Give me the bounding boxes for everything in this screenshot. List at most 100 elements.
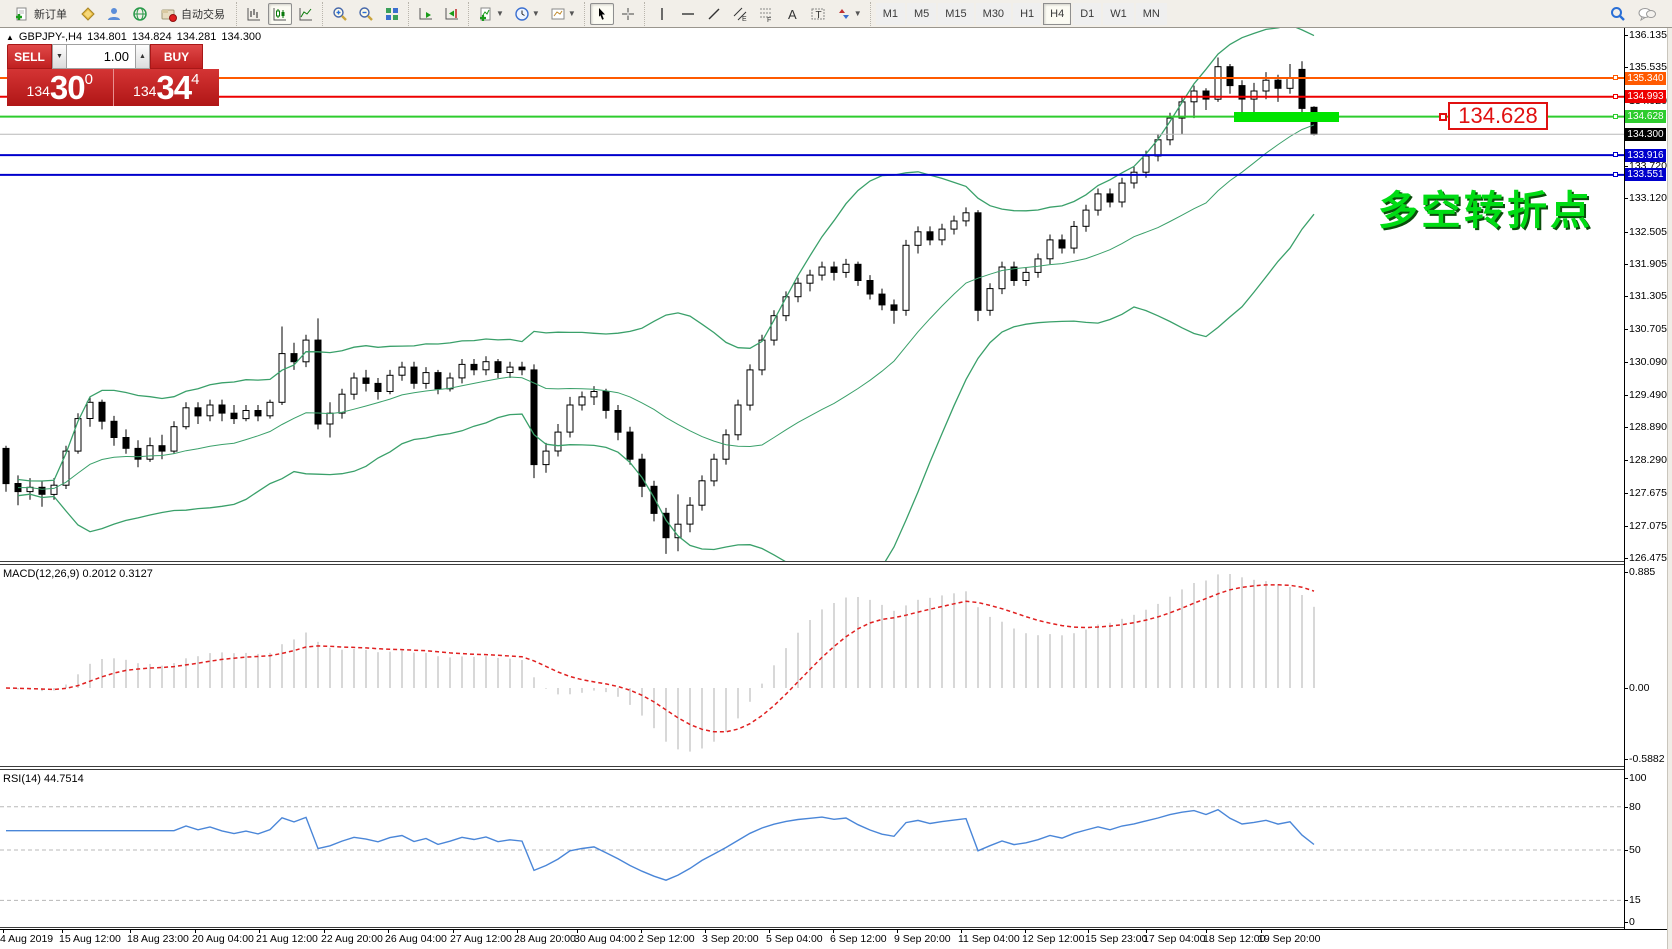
tile-windows-icon xyxy=(384,6,400,22)
volume-increase-button[interactable]: ▲ xyxy=(135,44,150,69)
gold-icon xyxy=(80,6,96,22)
zoom-in-button[interactable] xyxy=(328,3,352,25)
timeframe-m30-button[interactable]: M30 xyxy=(976,3,1011,25)
cursor-button[interactable] xyxy=(590,3,614,25)
market-button[interactable] xyxy=(128,3,152,25)
price-box-anchor[interactable] xyxy=(1439,113,1447,121)
tile-windows-button[interactable] xyxy=(380,3,404,25)
candle-body xyxy=(519,367,525,370)
rsi-tick-label: 80 xyxy=(1629,801,1641,813)
rsi-tick xyxy=(1624,850,1628,851)
candle-body xyxy=(1131,172,1137,183)
candle-body xyxy=(1275,80,1281,88)
text-button[interactable]: A xyxy=(780,3,804,25)
search-icon xyxy=(1609,5,1627,23)
indicators-button[interactable]: ▼ xyxy=(474,3,508,25)
price-tick-label: 131.905 xyxy=(1629,258,1667,270)
toolbar-group-insert: ▼ ▼ ▼ xyxy=(468,2,581,26)
candle-chart-button[interactable] xyxy=(268,3,292,25)
timeframe-m5-button[interactable]: M5 xyxy=(907,3,936,25)
candle-body xyxy=(927,232,933,240)
candle-body xyxy=(219,405,225,413)
candle-body xyxy=(1263,80,1269,91)
candle-body xyxy=(39,487,45,494)
symbol-name: GBPJPY-,H4 xyxy=(19,31,82,43)
time-tick-label: 22 Aug 20:00 xyxy=(321,933,383,945)
time-tick-label: 26 Aug 04:00 xyxy=(385,933,447,945)
candle-body xyxy=(3,448,9,483)
main-chart-pane[interactable] xyxy=(0,28,1624,562)
candle-body xyxy=(87,402,93,418)
chart-shift-button[interactable] xyxy=(440,3,464,25)
price-callout-box[interactable]: 134.628 xyxy=(1448,102,1548,130)
candle-body xyxy=(1299,69,1305,108)
volume-input[interactable] xyxy=(67,44,135,69)
volume-decrease-button[interactable]: ▼ xyxy=(52,44,67,69)
channel-button[interactable]: E xyxy=(728,3,752,25)
candle-body xyxy=(135,448,141,459)
community-button[interactable] xyxy=(102,3,126,25)
time-tick-label: 28 Aug 20:00 xyxy=(514,933,576,945)
candle-body xyxy=(111,421,117,437)
price-tick xyxy=(1624,264,1628,265)
pane-separator[interactable] xyxy=(0,766,1624,770)
cursor-icon xyxy=(594,6,610,22)
candle-body xyxy=(651,486,657,513)
vertical-line-button[interactable] xyxy=(650,3,674,25)
text-label-button[interactable]: T xyxy=(806,3,830,25)
toolbar-group-cursor xyxy=(584,2,641,26)
time-tick-label: 15 Sep 23:00 xyxy=(1085,933,1147,945)
periods-button[interactable]: ▼ xyxy=(510,3,544,25)
price-tick xyxy=(1624,232,1628,233)
autotrading-button[interactable]: 自动交易 xyxy=(154,3,232,25)
horizontal-line-button[interactable] xyxy=(676,3,700,25)
fibonacci-button[interactable]: F xyxy=(754,3,778,25)
turning-point-annotation[interactable]: 多空转折点 xyxy=(1378,178,1593,236)
buy-button[interactable]: BUY xyxy=(150,44,203,69)
trendline-button[interactable] xyxy=(702,3,726,25)
buy-price-big-figure: 134 xyxy=(133,78,156,104)
arrows-button[interactable]: ▼ xyxy=(832,3,866,25)
templates-button[interactable]: ▼ xyxy=(546,3,580,25)
search-button[interactable] xyxy=(1605,3,1631,25)
mt4-window: 新订单 自动交易 xyxy=(0,0,1672,949)
candle-body xyxy=(447,378,453,389)
candle-body xyxy=(615,411,621,433)
support-highlight-bar[interactable] xyxy=(1234,112,1339,122)
timeframe-m15-button[interactable]: M15 xyxy=(938,3,973,25)
timeframe-d1-button[interactable]: D1 xyxy=(1073,3,1101,25)
macd-pane[interactable] xyxy=(0,566,1624,766)
rsi-tick xyxy=(1624,922,1628,923)
candle-body xyxy=(351,378,357,394)
line-chart-button[interactable] xyxy=(294,3,318,25)
macd-tick xyxy=(1624,572,1628,573)
bar-chart-button[interactable] xyxy=(242,3,266,25)
chat-button[interactable] xyxy=(1633,3,1661,25)
timeframe-h1-button[interactable]: H1 xyxy=(1013,3,1041,25)
crosshair-button[interactable] xyxy=(616,3,640,25)
timeframe-mn-button[interactable]: MN xyxy=(1136,3,1167,25)
price-tick-label: 128.290 xyxy=(1629,454,1667,466)
candle-body xyxy=(591,392,597,397)
buy-price[interactable]: 134344 xyxy=(114,69,220,106)
rsi-pane[interactable] xyxy=(0,771,1624,927)
timeframe-w1-button[interactable]: W1 xyxy=(1103,3,1134,25)
auto-scroll-button[interactable] xyxy=(414,3,438,25)
candle-chart-icon xyxy=(272,6,288,22)
sell-button[interactable]: SELL xyxy=(7,44,52,69)
sell-price[interactable]: 134300 xyxy=(7,69,113,106)
candle-body xyxy=(987,289,993,311)
pane-separator[interactable] xyxy=(0,561,1624,565)
metaeditor-button[interactable] xyxy=(76,3,100,25)
candle-body xyxy=(147,446,153,460)
timeframe-m1-button[interactable]: M1 xyxy=(876,3,905,25)
candle-body xyxy=(1083,210,1089,226)
candle-body xyxy=(1143,156,1149,172)
sell-price-big-figure: 134 xyxy=(27,78,50,104)
candle-body xyxy=(471,364,477,369)
candle-body xyxy=(543,451,549,465)
timeframe-h4-button[interactable]: H4 xyxy=(1043,3,1071,25)
zoom-out-button[interactable] xyxy=(354,3,378,25)
time-tick-label: 2 Sep 12:00 xyxy=(638,933,695,945)
new-order-button[interactable]: 新订单 xyxy=(7,3,74,25)
